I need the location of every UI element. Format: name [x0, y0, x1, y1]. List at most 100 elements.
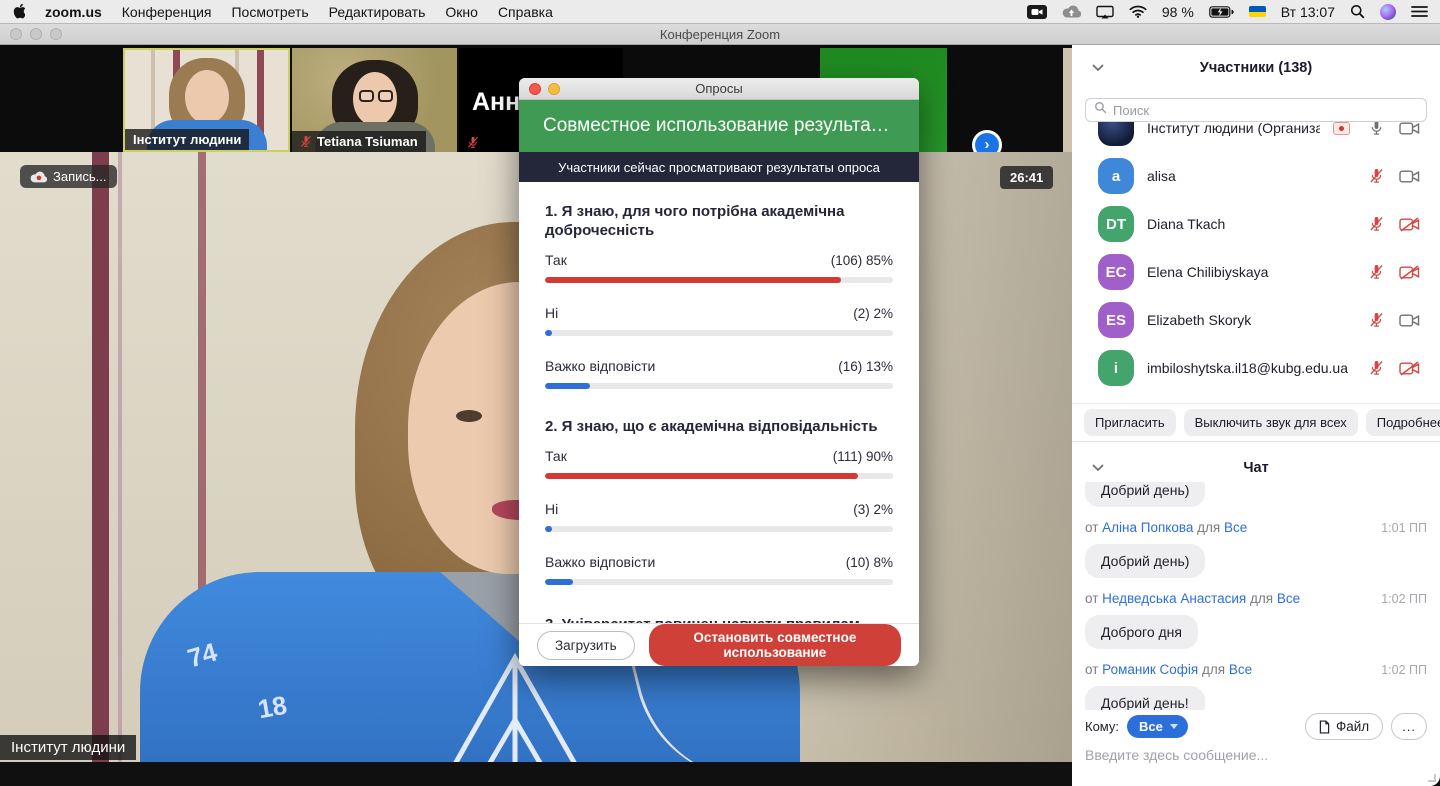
menu-item-window[interactable]: Окно: [445, 4, 478, 20]
poll-question-title: 1. Я знаю, для чого потрібна академічна …: [545, 202, 893, 240]
participants-list[interactable]: Інститут людини (Организатор, я) a alisa: [1072, 122, 1440, 392]
siri-icon[interactable]: [1380, 4, 1396, 20]
polls-dialog-titlebar[interactable]: Опросы: [519, 78, 919, 100]
chat-message-header: от Аліна Попкова для Все 1:01 ПП: [1085, 520, 1427, 535]
poll-option: Важко відповісти (16) 13%: [545, 358, 893, 389]
chat-timestamp: 1:02 ПП: [1381, 663, 1427, 677]
zoom-desktop: zoom.us Конференция Посмотреть Редактиро…: [0, 0, 1440, 786]
video-tile-tetiana[interactable]: Tetiana Tsiuman: [292, 48, 457, 152]
participant-row[interactable]: a alisa: [1072, 152, 1440, 200]
poll-bar-fill: [545, 579, 573, 585]
recipient-select[interactable]: Все: [1127, 715, 1188, 738]
resize-handle[interactable]: [1428, 774, 1436, 782]
participant-name: alisa: [1147, 168, 1356, 184]
avatar: ES: [1098, 302, 1134, 338]
poll-question-title: 2. Я знаю, що є академічна відповідальні…: [545, 417, 893, 436]
recording-badge[interactable]: Запись...: [20, 165, 117, 188]
poll-option: Ні (2) 2%: [545, 305, 893, 336]
participants-actions: Пригласить Выключить звук для всех Подро…: [1072, 403, 1440, 441]
zoom-camera-icon[interactable]: [1027, 5, 1047, 19]
window-close-button[interactable]: [10, 28, 22, 40]
video-tile-mic-status: [459, 133, 487, 152]
poll-footer: Загрузить Остановить совместное использо…: [519, 623, 919, 666]
wallpaper-stripe: [92, 152, 109, 786]
macos-menu-bar: zoom.us Конференция Посмотреть Редактиро…: [0, 0, 1440, 24]
poll-question-title: 3. Університет повинен навчати правилам …: [545, 615, 893, 623]
stop-sharing-button[interactable]: Остановить совместное использование: [649, 624, 901, 666]
invite-button[interactable]: Пригласить: [1084, 409, 1176, 436]
wifi-icon[interactable]: [1129, 5, 1147, 18]
mute-all-button[interactable]: Выключить звук для всех: [1184, 409, 1358, 436]
screen-mirroring-icon[interactable]: [1096, 5, 1114, 19]
menu-app-name[interactable]: zoom.us: [45, 4, 102, 20]
camera-status-icon: [1399, 313, 1420, 328]
dialog-close-button[interactable]: [529, 83, 541, 95]
poll-option-result: (3) 2%: [853, 502, 893, 517]
camera-status-icon: [1399, 361, 1420, 376]
meeting-sidebar: Участники (138) Інститут людини (Организ…: [1072, 45, 1440, 786]
avatar: i: [1098, 350, 1134, 386]
poll-option-result: (111) 90%: [833, 449, 893, 464]
chat-recipient: Все: [1277, 591, 1300, 606]
camera-status-icon: [1399, 217, 1420, 232]
meeting-timer-badge: 26:41: [1000, 166, 1053, 189]
poll-results-list[interactable]: 1. Я знаю, для чого потрібна академічна …: [519, 182, 919, 623]
poll-option-result: (10) 8%: [846, 555, 893, 570]
participant-name: Diana Tkach: [1147, 216, 1356, 232]
menu-item-help[interactable]: Справка: [498, 4, 553, 20]
speaker-name-label: Інститут людини: [0, 735, 136, 760]
chat-more-button[interactable]: ...: [1391, 713, 1427, 740]
participant-row[interactable]: EC Elena Chilibiyskaya: [1072, 248, 1440, 296]
poll-option-result: (106) 85%: [831, 253, 893, 268]
mic-status-icon: [1369, 312, 1384, 328]
to-label: Кому:: [1085, 719, 1119, 734]
list-menu-icon[interactable]: [1411, 5, 1428, 18]
document-icon: [1319, 720, 1330, 734]
poll-option-label: Ні: [545, 305, 558, 321]
chat-message-list[interactable]: Добрий день) от Аліна Попкова для Все 1:…: [1072, 482, 1440, 710]
menu-item-view[interactable]: Посмотреть: [231, 4, 308, 20]
chat-message-input[interactable]: [1085, 747, 1425, 763]
poll-bar-fill: [545, 330, 552, 336]
video-tile-instytut[interactable]: Інститут людини: [123, 48, 290, 152]
chat-bubble-clipped: Добрий день): [1085, 482, 1205, 507]
ukraine-flag-icon[interactable]: [1249, 6, 1266, 17]
participant-name: imbiloshytska.il18@kubg.edu.ua: [1147, 360, 1356, 376]
menu-item-edit[interactable]: Редактировать: [329, 4, 426, 20]
chat-compose-bar: Кому: Все Файл ...: [1072, 713, 1440, 740]
poll-bar-track: [545, 383, 893, 389]
polls-dialog-title: Опросы: [695, 81, 742, 96]
participant-row-host[interactable]: Інститут людини (Организатор, я): [1072, 122, 1440, 152]
collapse-chat-chevron-icon[interactable]: [1092, 459, 1104, 477]
zoom-window-titlebar: Конференция Zoom: [0, 24, 1440, 45]
participants-header: Участники (138): [1072, 55, 1440, 81]
participant-row[interactable]: i imbiloshytska.il18@kubg.edu.ua: [1072, 344, 1440, 392]
poll-bar-track: [545, 277, 893, 283]
poll-bar-track: [545, 473, 893, 479]
participants-search-box[interactable]: [1085, 98, 1427, 122]
download-button[interactable]: Загрузить: [537, 631, 635, 660]
avatar: EC: [1098, 254, 1134, 290]
poll-option-label: Ні: [545, 501, 558, 517]
menu-clock-label[interactable]: Вт 13:07: [1281, 4, 1335, 20]
chat-title: Чат: [1243, 460, 1268, 476]
file-button[interactable]: Файл: [1305, 713, 1383, 740]
collapse-participants-chevron-icon[interactable]: [1092, 59, 1104, 77]
video-tile-name-label: Tetiana Tsiuman: [292, 131, 426, 152]
window-zoom-button[interactable]: [50, 28, 62, 40]
participant-row[interactable]: ES Elizabeth Skoryk: [1072, 296, 1440, 344]
more-button[interactable]: Подробнее: [1366, 409, 1440, 436]
window-minimize-button[interactable]: [30, 28, 42, 40]
video-tile-partial[interactable]: [1063, 48, 1072, 152]
chat-timestamp: 1:02 ПП: [1381, 592, 1427, 606]
chat-bubble: Добрий день): [1085, 544, 1205, 578]
participant-row[interactable]: DT Diana Tkach: [1072, 200, 1440, 248]
cloud-upload-icon[interactable]: [1062, 5, 1081, 18]
search-input[interactable]: [1113, 103, 1418, 118]
wallpaper-stripe: [118, 152, 122, 786]
apple-menu-icon[interactable]: [12, 4, 25, 20]
muted-mic-icon: [300, 135, 312, 148]
menu-item-conference[interactable]: Конференция: [122, 4, 212, 20]
dialog-minimize-button[interactable]: [548, 83, 560, 95]
spotlight-search-icon[interactable]: [1350, 4, 1365, 19]
